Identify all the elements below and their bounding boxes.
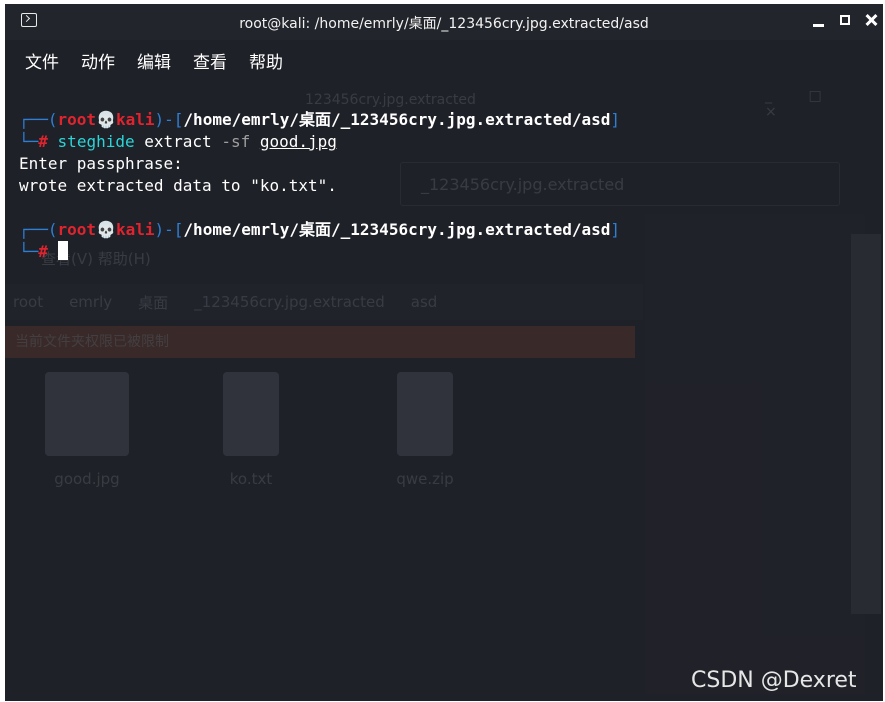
prompt-user: root <box>57 110 97 129</box>
command-file-arg: good.jpg <box>259 132 337 151</box>
watermark: CSDN @Dexret <box>691 668 857 693</box>
close-icon[interactable] <box>863 12 879 28</box>
prompt-corner: └─ <box>19 242 39 261</box>
menu-view[interactable]: 查看 <box>193 48 227 73</box>
prompt-host: kali <box>115 110 155 129</box>
prompt-frame: ] <box>610 220 621 239</box>
prompt-hash: # <box>38 242 48 261</box>
prompt-path: /home/emrly/桌面/_123456cry.jpg.extracted/… <box>183 220 611 239</box>
menu-file[interactable]: 文件 <box>25 48 59 73</box>
output-line: wrote extracted data to "ko.txt". <box>19 176 337 195</box>
prompt-frame: ┌──( <box>19 110 58 129</box>
terminal-window: 123456cry.jpg.extracted _ □ × _123456cry… <box>5 4 883 701</box>
title-bar: root@kali: /home/emrly/桌面/_123456cry.jpg… <box>5 4 883 40</box>
menu-edit[interactable]: 编辑 <box>137 48 171 73</box>
menu-bar: 文件 动作 编辑 查看 帮助 <box>5 40 883 80</box>
prompt-host: kali <box>115 220 155 239</box>
minimize-icon[interactable] <box>811 12 827 28</box>
skull-icon: 💀 <box>96 110 116 129</box>
maximize-icon[interactable] <box>838 12 854 28</box>
terminal-output[interactable]: ┌──(root💀kali)-[/home/emrly/桌面/_123456cr… <box>5 80 883 701</box>
command-flag: -sf <box>221 132 251 151</box>
output-line: Enter passphrase: <box>19 154 183 173</box>
text-cursor <box>57 241 68 260</box>
prompt-frame: )-[ <box>154 110 184 129</box>
command-subcommand: extract <box>144 132 212 151</box>
command-line: └─# steghide extract -sf good.jpg <box>19 131 337 153</box>
prompt-hash: # <box>38 132 48 151</box>
command-program: steghide <box>57 132 135 151</box>
prompt-frame: ] <box>610 110 621 129</box>
prompt-line: ┌──(root💀kali)-[/home/emrly/桌面/_123456cr… <box>19 109 620 131</box>
prompt-path: /home/emrly/桌面/_123456cry.jpg.extracted/… <box>183 110 611 129</box>
prompt-frame: ┌──( <box>19 220 58 239</box>
input-line[interactable]: └─# <box>19 241 68 263</box>
prompt-user: root <box>57 220 97 239</box>
prompt-corner: └─ <box>19 132 39 151</box>
window-title: root@kali: /home/emrly/桌面/_123456cry.jpg… <box>239 16 649 32</box>
menu-help[interactable]: 帮助 <box>249 48 283 73</box>
prompt-line: ┌──(root💀kali)-[/home/emrly/桌面/_123456cr… <box>19 219 620 241</box>
menu-action[interactable]: 动作 <box>81 48 115 73</box>
skull-icon: 💀 <box>96 220 116 239</box>
prompt-frame: )-[ <box>154 220 184 239</box>
